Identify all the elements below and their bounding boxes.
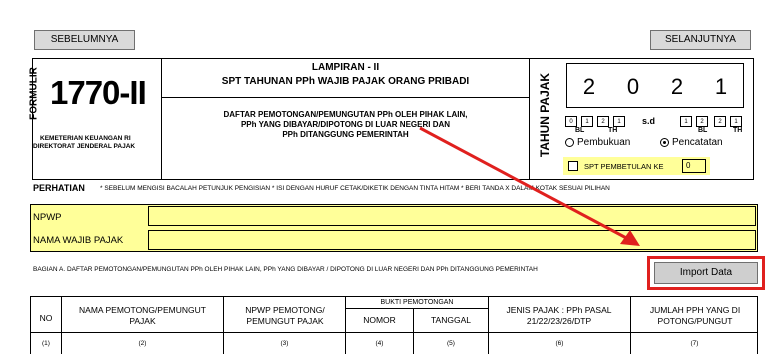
col-number-4: (4): [375, 340, 384, 347]
col-number-5: (5): [447, 340, 455, 347]
col-jumlah-header: JUMLAH PPH YANG DI POTONG/PUNGUT: [649, 305, 741, 326]
col-tanggal-header: TANGGAL: [431, 315, 471, 325]
col-jenis-header: JENIS PAJAK : PPh PASAL 21/22/23/26/DTP: [506, 305, 612, 326]
col-number-1: (1): [42, 340, 50, 347]
col-nomor-header: NOMOR: [363, 315, 396, 325]
col-nama-header: NAMA PEMOTONG/PEMUNGUT PAJAK: [79, 305, 206, 326]
col-number-2: (2): [138, 340, 147, 347]
col-number-6: (6): [555, 340, 564, 347]
col-no-header: NO: [39, 313, 53, 323]
col-npwp-header: NPWP PEMOTONG/ PEMUNGUT PAJAK: [245, 305, 325, 326]
col-number-7: (7): [690, 340, 699, 347]
col-number-3: (3): [280, 340, 289, 347]
col-bukti-header: BUKTI PEMOTONGAN: [380, 299, 454, 306]
